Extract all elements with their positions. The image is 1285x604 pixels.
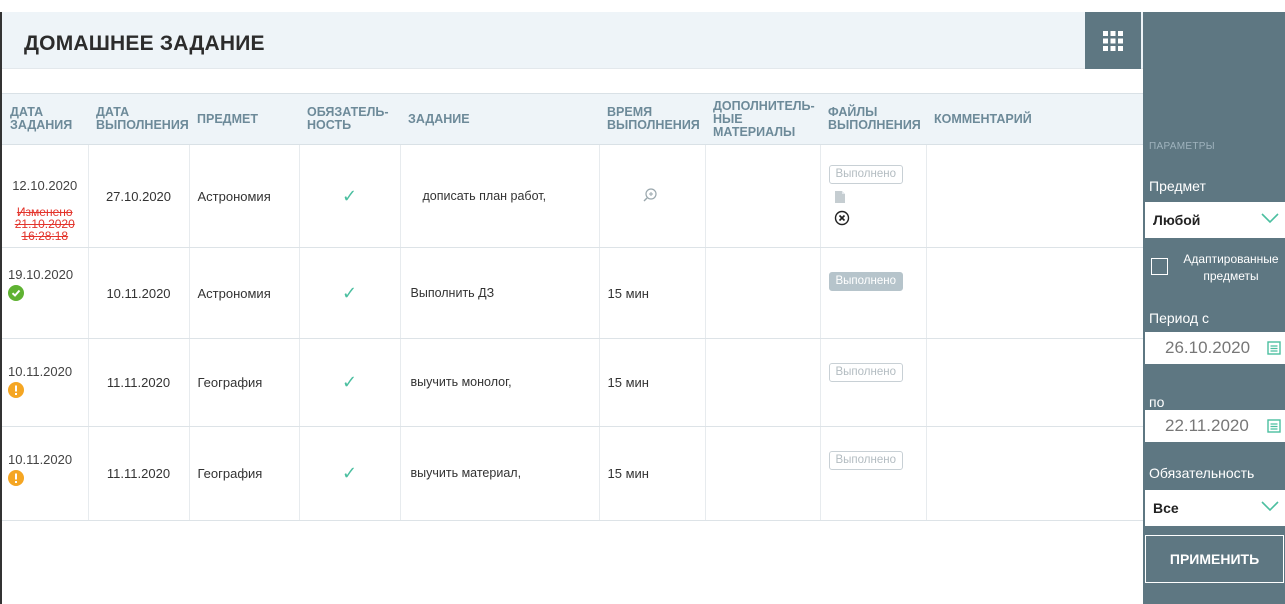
table-row: 10.11.2020 11.11.2020 География ✓ выучит… — [2, 426, 1143, 521]
date-assigned-cell: 12.10.2020 Изменено 21.10.2020 16:28:18 — [2, 144, 89, 248]
adapted-subjects-checkbox[interactable] — [1151, 258, 1168, 275]
col-files[interactable]: ФАЙЛЫ ВЫПОЛНЕНИЯ — [820, 93, 926, 145]
time-cell — [599, 144, 706, 248]
mandatory-check-icon: ✓ — [299, 247, 401, 339]
main-panel: ДОМАШНЕЕ ЗАДАНИЕ ДАТА ЗАДАНИЯ ДАТА ВЫПОЛ… — [0, 0, 1143, 604]
page-title: ДОМАШНЕЕ ЗАДАНИЕ — [24, 32, 265, 55]
calendar-icon[interactable] — [1267, 341, 1281, 355]
period-to-value: 22.11.2020 — [1165, 416, 1249, 435]
table-header-row: ДАТА ЗАДАНИЯ ДАТА ВЫПОЛНЕНИЯ ПРЕДМЕТ ОБЯ… — [2, 93, 1143, 145]
status-badge[interactable]: Выполнено — [828, 363, 904, 382]
task-text: выучить монолог, — [400, 338, 600, 427]
materials-cell — [705, 144, 821, 248]
subject: География — [189, 426, 300, 521]
col-comment[interactable]: КОММЕНТАРИЙ — [926, 93, 1143, 145]
date-due: 11.11.2020 — [88, 426, 190, 521]
date-assigned: 19.10.2020 — [8, 267, 74, 282]
status-badge[interactable]: Выполнено — [828, 165, 904, 184]
period-from-input[interactable]: 26.10.2020 — [1145, 332, 1285, 364]
time-value: 15 мин — [599, 338, 706, 427]
col-date-assigned[interactable]: ДАТА ЗАДАНИЯ — [2, 93, 88, 145]
top-strip — [0, 0, 1285, 12]
col-task[interactable]: ЗАДАНИЕ — [400, 93, 599, 145]
remove-file-icon[interactable] — [834, 210, 850, 226]
subject: География — [189, 338, 300, 427]
date-assigned-cell: 19.10.2020 — [2, 247, 89, 339]
period-to-input[interactable]: 22.11.2020 — [1145, 410, 1285, 442]
period-from-value: 26.10.2020 — [1165, 338, 1251, 357]
table-row: 12.10.2020 Изменено 21.10.2020 16:28:18 … — [2, 144, 1143, 248]
homework-table: ДАТА ЗАДАНИЯ ДАТА ВЫПОЛНЕНИЯ ПРЕДМЕТ ОБЯ… — [2, 93, 1143, 521]
col-date-due[interactable]: ДАТА ВЫПОЛНЕНИЯ — [88, 93, 189, 145]
apps-grid-button[interactable] — [1085, 12, 1141, 69]
comment-cell — [926, 247, 1143, 339]
filter-sidebar: ПАРАМЕТРЫ Предмет Любой Адаптированные п… — [1143, 12, 1285, 604]
done-status-icon — [8, 285, 24, 301]
adapted-subjects-label: Адаптированные предметы — [1183, 252, 1279, 283]
date-due: 27.10.2020 — [88, 144, 190, 248]
col-mandatory[interactable]: ОБЯЗАТЕЛЬ-НОСТЬ — [299, 93, 400, 145]
params-label: ПАРАМЕТРЫ — [1149, 141, 1215, 152]
page-header: ДОМАШНЕЕ ЗАДАНИЕ — [2, 12, 1143, 69]
status-badge[interactable]: Выполнено — [828, 451, 904, 470]
apply-button[interactable]: ПРИМЕНИТЬ — [1145, 535, 1284, 583]
file-icon[interactable] — [834, 190, 846, 204]
table-row: 19.10.2020 10.11.2020 Астрономия ✓ Выпол… — [2, 247, 1143, 339]
files-cell: Выполнено — [820, 144, 927, 248]
task-text: Выполнить ДЗ — [400, 247, 600, 339]
materials-cell — [705, 338, 821, 427]
comment-cell — [926, 426, 1143, 521]
subject-select-value: Любой — [1153, 212, 1201, 228]
chevron-down-icon — [1261, 501, 1279, 512]
task-text: выучить материал, — [400, 426, 600, 521]
subject-label: Предмет — [1149, 178, 1206, 194]
files-cell: Выполнено — [820, 338, 927, 427]
comment-cell — [926, 338, 1143, 427]
mandatory-check-icon: ✓ — [299, 426, 401, 521]
changed-note: Изменено 21.10.2020 16:28:18 — [14, 205, 75, 243]
warning-status-icon — [8, 470, 24, 486]
date-assigned: 12.10.2020 — [12, 178, 78, 193]
grid-icon — [1103, 30, 1123, 51]
status-badge[interactable]: Выполнено — [828, 272, 904, 291]
date-due: 11.11.2020 — [88, 338, 190, 427]
files-cell: Выполнено — [820, 247, 927, 339]
materials-cell — [705, 247, 821, 339]
col-materials[interactable]: ДОПОЛНИТЕЛЬ-НЫЕ МАТЕРИАЛЫ — [705, 93, 820, 145]
time-search-icon[interactable] — [642, 187, 658, 203]
time-value: 15 мин — [599, 426, 706, 521]
date-assigned: 10.11.2020 — [8, 364, 73, 379]
table-row: 10.11.2020 11.11.2020 География ✓ выучит… — [2, 338, 1143, 427]
mandatory-check-icon: ✓ — [299, 144, 401, 248]
date-due: 10.11.2020 — [88, 247, 190, 339]
time-value: 15 мин — [599, 247, 706, 339]
mandatory-select-value: Все — [1153, 500, 1179, 516]
col-subject[interactable]: ПРЕДМЕТ — [189, 93, 299, 145]
date-assigned-cell: 10.11.2020 — [2, 426, 89, 521]
period-from-label: Период с — [1149, 310, 1209, 326]
comment-cell — [926, 144, 1143, 248]
date-assigned: 10.11.2020 — [8, 452, 73, 467]
mandatory-label: Обязательность — [1149, 465, 1255, 481]
task-text: дописать план работ, — [400, 144, 600, 248]
warning-status-icon — [8, 382, 24, 398]
materials-cell — [705, 426, 821, 521]
date-assigned-cell: 10.11.2020 — [2, 338, 89, 427]
col-time[interactable]: ВРЕМЯ ВЫПОЛНЕНИЯ — [599, 93, 705, 145]
mandatory-select[interactable]: Все — [1145, 490, 1285, 526]
chevron-down-icon — [1261, 213, 1279, 224]
subject: Астрономия — [189, 144, 300, 248]
calendar-icon[interactable] — [1267, 419, 1281, 433]
mandatory-check-icon: ✓ — [299, 338, 401, 427]
files-cell: Выполнено — [820, 426, 927, 521]
subject: Астрономия — [189, 247, 300, 339]
period-to-label: по — [1149, 394, 1165, 410]
subject-select[interactable]: Любой — [1145, 202, 1285, 238]
